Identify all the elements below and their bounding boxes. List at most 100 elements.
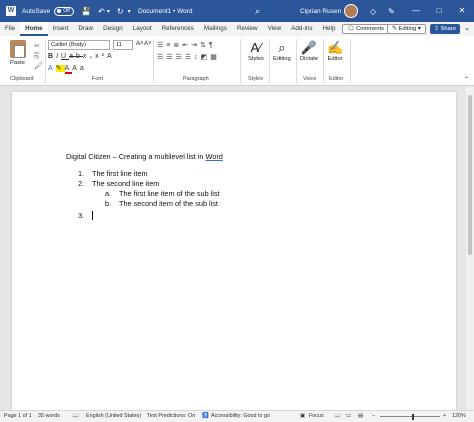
language[interactable]: English (United States) [86, 413, 141, 419]
undo-dropdown-icon[interactable]: ▾ [107, 8, 110, 15]
tab-layout[interactable]: Layout [128, 22, 157, 36]
minimize-button[interactable]: — [405, 0, 427, 22]
close-button[interactable]: ✕ [451, 0, 473, 22]
autosave-toggle[interactable]: Off [54, 6, 75, 16]
format-painter-icon[interactable]: 🖌 [34, 62, 43, 72]
subscript-icon[interactable]: x₂ [83, 53, 95, 60]
text-effects-icon[interactable]: A [48, 65, 56, 72]
shrink-font-icon[interactable]: A˅ [144, 41, 152, 47]
cut-icon[interactable]: ✂ [34, 42, 43, 52]
redo-icon[interactable]: ↻ [117, 7, 124, 16]
superscript-icon[interactable]: x² [95, 53, 107, 60]
editor-button[interactable]: ✍ Editor [327, 40, 343, 62]
zoom-slider[interactable] [380, 416, 440, 417]
word-count[interactable]: 35 words [38, 413, 60, 419]
bullets-icon[interactable]: ☰ [157, 42, 166, 49]
tab-help[interactable]: Help [318, 22, 341, 36]
save-icon[interactable]: 💾 [81, 7, 91, 16]
strikethrough-icon[interactable]: ab [69, 53, 83, 60]
font-color-row: A✎AAa [48, 64, 87, 74]
underline-icon[interactable]: U [61, 53, 69, 60]
font-name-select[interactable]: Calibri (Body) [48, 40, 110, 50]
editing-mode-button[interactable]: ✎ Editing ▾ [387, 24, 426, 34]
show-marks-icon[interactable]: ¶ [209, 42, 216, 49]
tab-add-ins[interactable]: Add-ins [286, 22, 317, 36]
tab-references[interactable]: References [157, 22, 199, 36]
print-layout-icon[interactable]: ▭ [346, 413, 351, 419]
heading-word: Word [205, 152, 223, 161]
zoom-out-icon[interactable]: − [372, 413, 375, 419]
tab-insert[interactable]: Insert [48, 22, 74, 36]
text-cursor [92, 211, 93, 220]
comments-button[interactable]: 🗨 Comments [342, 24, 390, 34]
document-heading: Digital Citizen – Creating a multilevel … [66, 152, 223, 161]
undo-icon[interactable]: ↶ [98, 7, 105, 16]
read-mode-icon[interactable]: 📖 [334, 413, 341, 419]
sublist-item: The second item of the sub list [119, 199, 218, 208]
list-item-marker: 3. [78, 211, 85, 220]
justify-icon[interactable]: ☰ [185, 54, 194, 61]
customize-toolbar-icon[interactable]: ▾ [128, 8, 131, 15]
tab-mailings[interactable]: Mailings [199, 22, 232, 36]
zoom-in-icon[interactable]: + [443, 413, 446, 419]
styles-icon: A∕ [250, 40, 262, 55]
search-icon[interactable]: ⌕ [255, 6, 260, 17]
align-left-icon[interactable]: ☰ [157, 54, 166, 61]
focus-icon: ▣ [300, 413, 306, 419]
dictate-button[interactable]: 🎤 Dictate [300, 40, 318, 62]
align-right-icon[interactable]: ☰ [176, 54, 185, 61]
collapse-ribbon-icon[interactable]: ⌃ [464, 76, 469, 83]
font-size-select[interactable]: 11 [113, 40, 133, 50]
zoom-slider-thumb[interactable] [412, 414, 414, 420]
sublist-item: The first line item of the sub list [119, 189, 220, 198]
focus-button[interactable]: Focus [309, 413, 324, 419]
sort-icon[interactable]: ⇅ [200, 42, 209, 49]
borders-icon[interactable]: ▦ [210, 54, 220, 61]
align-center-icon[interactable]: ☰ [166, 54, 175, 61]
clipboard-icon[interactable] [10, 40, 26, 58]
styles-button[interactable]: A∕ Styles [248, 40, 264, 62]
tab-file[interactable]: File [0, 22, 20, 36]
multilevel-list-icon[interactable]: ≣ [173, 42, 182, 49]
web-layout-icon[interactable]: ▤ [358, 413, 363, 419]
pen-icon[interactable]: ✎ [388, 7, 395, 16]
maximize-button[interactable]: □ [428, 0, 450, 22]
shading-icon[interactable]: ◩ [201, 54, 211, 61]
page-count[interactable]: Page 1 of 1 [4, 413, 32, 419]
tab-design[interactable]: Design [98, 22, 128, 36]
avatar[interactable] [344, 4, 358, 18]
tab-home[interactable]: Home [20, 22, 48, 36]
premium-diamond-icon[interactable]: ◇ [370, 7, 376, 16]
heading-text: Digital Citizen – Creating a multilevel … [66, 152, 206, 161]
paste-button[interactable]: Paste [10, 60, 25, 66]
scrollbar-thumb[interactable] [468, 95, 472, 255]
editor-pen-icon: ✍ [327, 40, 344, 55]
zoom-level[interactable]: 120% [452, 413, 466, 419]
text-predictions[interactable]: Text Predictions: On [147, 413, 195, 419]
decrease-indent-icon[interactable]: ⇤ [182, 42, 191, 49]
highlight-icon[interactable]: ✎ [55, 65, 65, 72]
share-button[interactable]: ⇪ Share [430, 24, 460, 34]
increase-indent-icon[interactable]: ⇥ [191, 42, 200, 49]
ribbon-options-icon[interactable]: ⌄ [464, 24, 470, 32]
separator [350, 39, 351, 83]
tab-review[interactable]: Review [232, 22, 263, 36]
comments-label: Comments [355, 26, 385, 32]
accessibility-status[interactable]: Accessibility: Good to go [211, 413, 270, 419]
grow-font-icon[interactable]: A˄ [136, 41, 144, 47]
tab-view[interactable]: View [263, 22, 287, 36]
vertical-scrollbar[interactable] [466, 87, 474, 410]
bold-icon[interactable]: B [48, 53, 56, 60]
share-label: Share [440, 26, 456, 32]
clear-formatting-icon[interactable]: A [107, 53, 115, 60]
proofing-icon[interactable]: 📖 [72, 413, 79, 419]
tab-draw[interactable]: Draw [73, 22, 98, 36]
group-label-font: Font [92, 76, 104, 82]
separator [296, 39, 297, 83]
word-logo-icon: W [6, 6, 16, 16]
change-case-icon[interactable]: Aa [72, 65, 87, 72]
user-name[interactable]: Ciprian Rusen [300, 8, 341, 15]
editing-button[interactable]: ⌕ Editing [273, 40, 291, 62]
document-page[interactable]: Digital Citizen – Creating a multilevel … [12, 92, 456, 410]
copy-icon[interactable]: ⎘ [34, 52, 43, 62]
